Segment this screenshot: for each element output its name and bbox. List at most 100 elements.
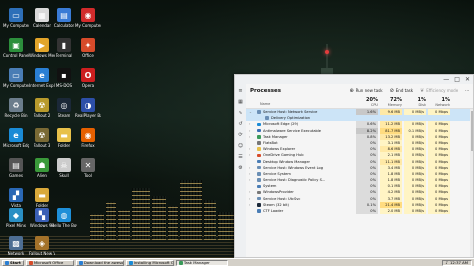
users-icon[interactable]: ☺ [238,143,243,149]
app-icon: ▪ [57,68,71,82]
desktop-icon[interactable]: eMicrosoft Edge [3,128,29,148]
app-icon: ☗ [35,158,49,172]
desktop-icon[interactable]: ▤ Calculator [52,8,76,28]
desktop-icon-label: Calculator [53,23,75,28]
cpu-cell: 0% [356,208,378,215]
services-icon[interactable]: ⚙ [238,165,242,171]
desktop-icon[interactable]: ▩ Network [4,236,28,256]
process-row[interactable]: CTF Loader 0% 2.0 MB 0 MB/s 0 Mbps [246,208,473,215]
desktop-icon[interactable]: ♻ Recycle Bin [4,98,28,118]
taskbar-button-label: Microsoft Office [33,260,64,265]
app-icon: ▚ [35,208,49,222]
page-title: Processes [250,87,282,94]
minimize-icon[interactable]: — [443,75,449,84]
desktop-icon[interactable]: ▤ Games [4,158,28,178]
column-name[interactable]: Name [260,102,286,107]
run-new-task-button[interactable]: ⊕ Run new task [349,88,382,94]
desktop-icon-label: Calendar [33,23,51,28]
desktop-icon[interactable]: ☠ Skull [52,158,76,178]
desktop-icon[interactable]: ◉ Firefox [76,128,100,148]
desktop-icon-label: Control Panel [3,53,29,58]
process-list: ⌄ Service Host: Network Service 1.6% 9.6 MB… [246,109,473,257]
desktop-icon[interactable]: ▞ Vista [4,188,28,208]
menu-icon[interactable]: ≡ [238,88,242,94]
network-cell: 0 Mbps [428,208,450,215]
scrollbar-thumb[interactable] [470,111,473,151]
desktop-icon[interactable]: ☢ Fallout 3 [30,128,54,148]
details-icon[interactable]: ☰ [238,154,242,160]
desktop-icon[interactable]: ◆ Pixel Minx [4,208,28,228]
app-icon: ✕ [81,158,95,172]
process-icon [257,153,261,158]
desktop-icon[interactable]: ◈Fallout New Vegas [29,236,55,256]
efficiency-mode-button[interactable]: ❦ Efficiency mode [420,88,458,94]
taskbar-button[interactable]: Microsoft Office [25,259,74,266]
desktop-icon[interactable]: ▭ My Computer [3,8,29,28]
processes-icon[interactable]: ▦ [238,99,243,105]
desktop-icon-label: Tool [84,173,92,178]
process-icon [265,116,269,120]
end-task-button[interactable]: ⊘ End task [390,88,414,94]
desktop-icon[interactable]: ▭ My Computer [3,68,29,88]
desktop-icon[interactable]: ◉ My Computer [75,8,101,28]
start-button[interactable]: Start [2,259,24,266]
app-icon: ▣ [9,38,23,52]
taskbar-button[interactable]: Installing Microsoft Office [125,259,174,266]
column-memory[interactable]: 72% Memory [376,97,402,108]
app-icon: ▬ [57,128,71,142]
process-icon [257,209,261,213]
desktop-icon[interactable]: ◑RealPlayer Basic [75,98,101,118]
desktop-icon[interactable]: ✕ Tool [76,158,100,178]
taskbar-button[interactable]: Download the awesome [75,259,124,266]
desktop-icon[interactable]: ▪ MS-DOS [52,68,76,88]
close-icon[interactable]: ✕ [465,75,470,84]
desktop-icon[interactable]: ☗ Alien [30,158,54,178]
desktop-icon[interactable]: ◎ Steam [52,98,76,118]
desktop-icon[interactable]: O Opera [76,68,100,88]
desktop-icon[interactable]: ▶Windows Media Player [29,38,55,58]
desktop-icon-label: Office [82,53,94,58]
column-network[interactable]: 1% Network [424,97,450,108]
app-icon: ◆ [9,208,23,222]
task-manager-titlebar[interactable]: — □ ✕ [235,75,473,84]
app-history-icon[interactable]: ↺ [238,121,242,127]
desktop-icon[interactable]: ▬ Folder [52,128,76,148]
desktop-icon-label: Folder [57,143,71,148]
desktop-icon[interactable]: ▬ Folder [30,188,54,208]
clock[interactable]: 12:37 AM [450,260,468,265]
desktop-icon[interactable]: eInternet Explorer [29,68,55,88]
desktop-icon[interactable]: ▦ Calendar [30,8,54,28]
column-cpu[interactable]: 20% CPU [352,97,378,108]
app-icon: ▮ [57,38,71,52]
desktop-icon[interactable]: ✦ Office [76,38,100,58]
app-icon: ▶ [35,38,49,52]
performance-icon[interactable]: ∿ [238,110,242,116]
app-icon: ▞ [9,188,23,202]
task-manager-window[interactable]: — □ ✕ ≡ ▦ ∿ ↺ ⟳ ☺ ☰ ⚙ Processes ⊕ Run ne… [234,74,474,258]
desktop-icon-label: Recycle Bin [4,113,28,118]
more-options-button[interactable]: ··· [465,88,469,93]
desktop-icon-label: Network [7,251,25,256]
maximize-icon[interactable]: □ [454,75,460,84]
desktop-icon-label: Opera [81,83,95,88]
desktop-icon[interactable]: ▣ Control Panel [3,38,29,58]
taskbar-button-label: Download the awesome [83,260,124,265]
desktop-icon-label: Terminal [55,53,73,58]
desktop-icon[interactable]: ☢ Fallout 2 [30,98,54,118]
speaker-icon[interactable]: ♪ [446,260,448,265]
tower-light [325,50,329,54]
taskbar-button[interactable]: Task Manager [175,259,228,266]
process-icon [257,184,261,189]
desktop-icon-label: Pixel Minx [6,223,26,228]
desktop-icon[interactable]: ◍Hello The Bowl [51,208,77,228]
desktop-icon-label: RealPlayer Basic [75,113,101,118]
desktop-icon[interactable]: ▮ Terminal [52,38,76,58]
taskbar-button-label: Task Manager [183,260,210,265]
desktop-icon-label: My Computer [3,83,29,88]
scrollbar[interactable] [470,109,473,257]
app-icon: ♻ [9,98,23,112]
column-disk[interactable]: 1% Disk [400,97,427,108]
startup-icon[interactable]: ⟳ [238,132,242,138]
desktop-icon-label: My Computer [75,23,101,28]
app-icon: e [35,68,49,82]
